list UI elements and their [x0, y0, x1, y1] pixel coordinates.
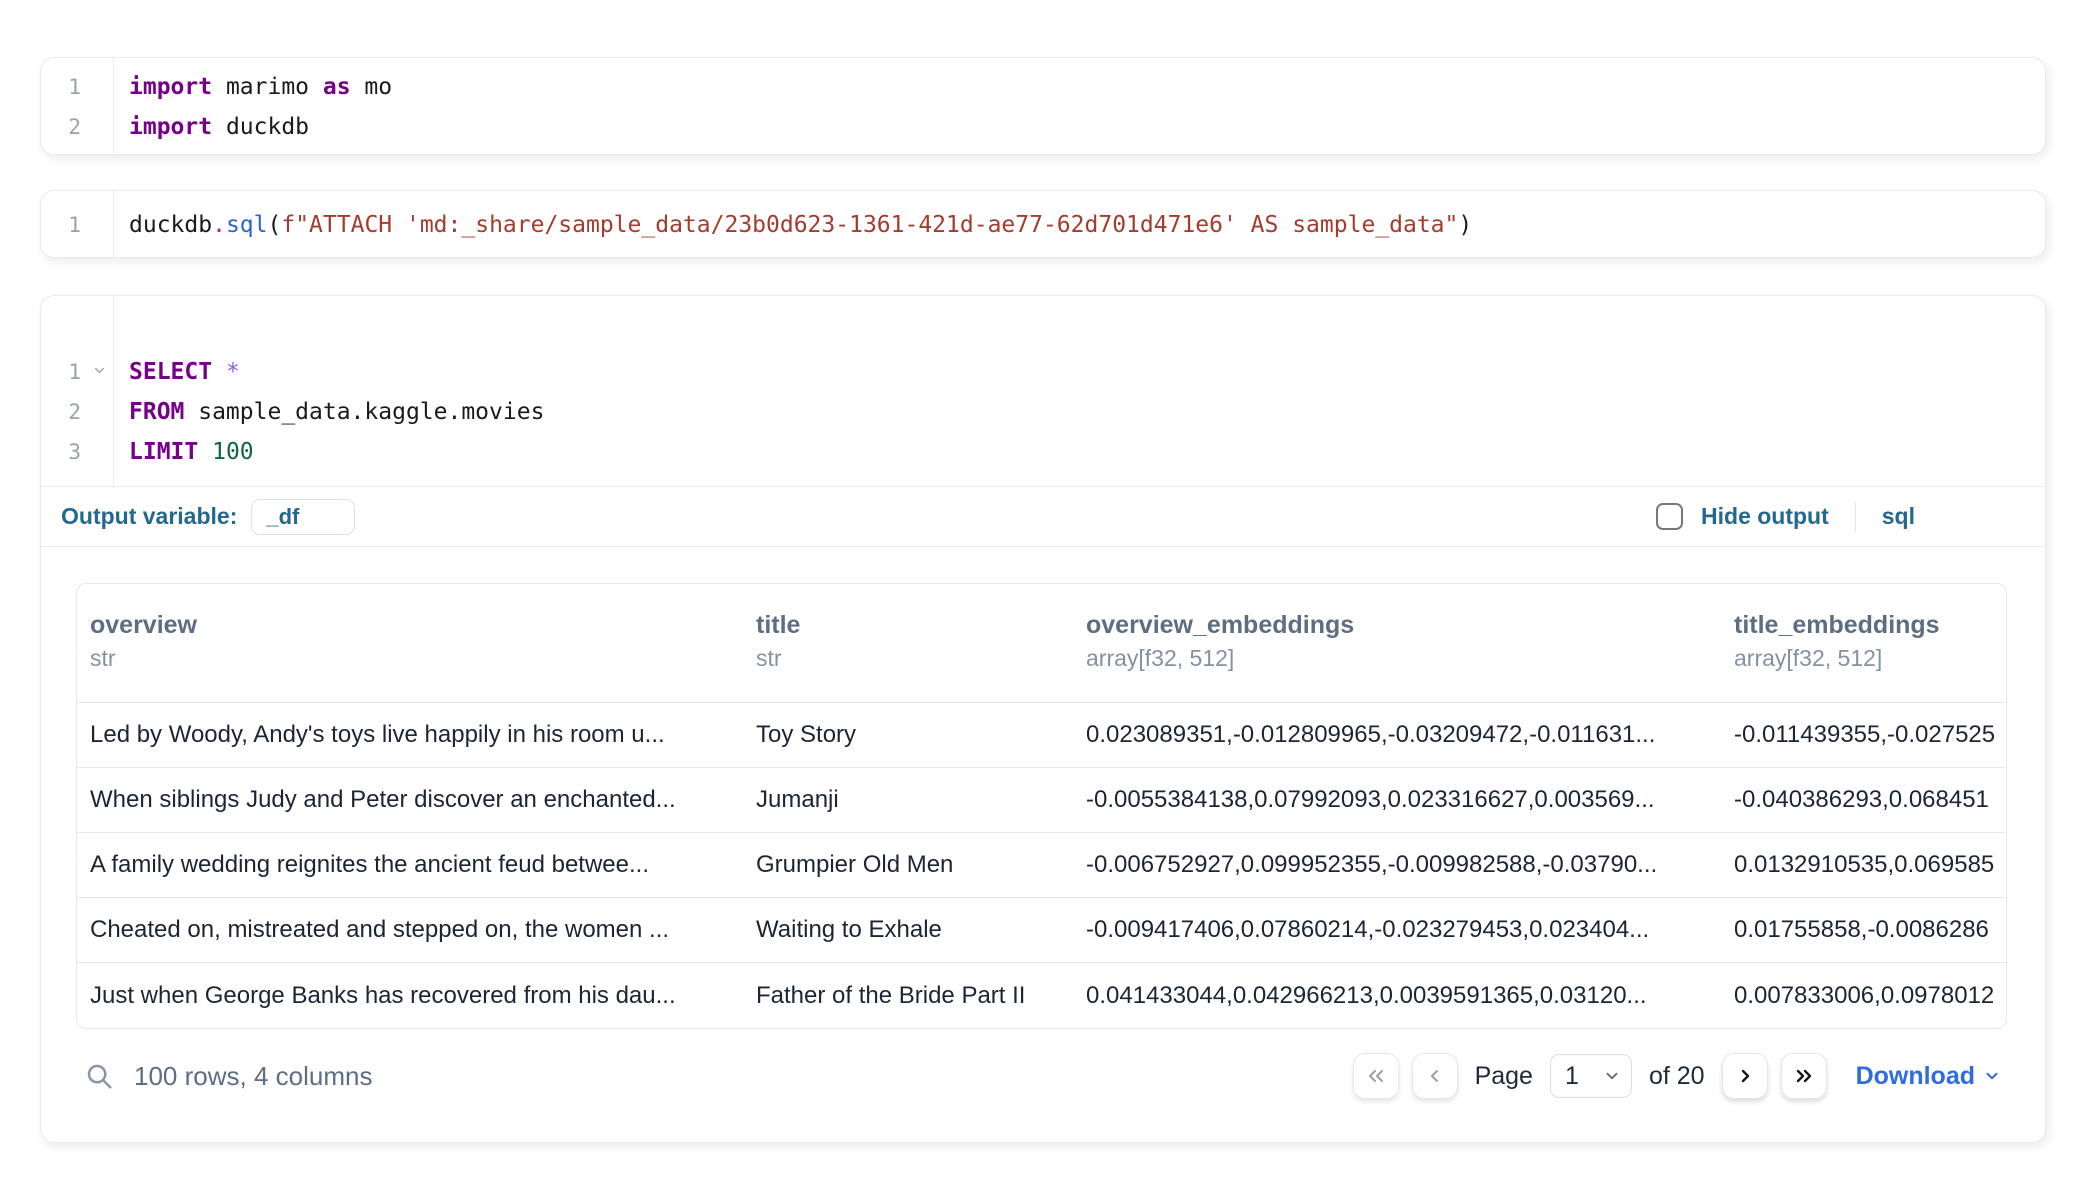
code-text: LIMIT 100 [113, 432, 254, 472]
line-number: 2 [41, 107, 113, 147]
chevron-down-icon [1983, 1067, 2001, 1085]
table-cell: -0.0055384138,0.07992093,0.023316627,0.0… [1073, 768, 1721, 832]
table-cell: Grumpier Old Men [743, 833, 1073, 897]
page-total: of 20 [1649, 1062, 1705, 1091]
language-badge-sql[interactable]: sql [1882, 503, 1915, 530]
controls-divider [1855, 502, 1856, 532]
code-cell-imports: 1import marimo as mo2import duckdb [40, 57, 2046, 155]
table-cell: -0.011439355,-0.027525 [1721, 703, 2006, 767]
table-cell: Jumanji [743, 768, 1073, 832]
line-number: 1 [41, 352, 113, 392]
page-select-value: 1 [1565, 1062, 1579, 1091]
hide-output-label: Hide output [1701, 503, 1829, 530]
table-cell: 0.041433044,0.042966213,0.0039591365,0.0… [1073, 963, 1721, 1028]
table-cell: -0.009417406,0.07860214,-0.023279453,0.0… [1073, 898, 1721, 962]
table-cell: Just when George Banks has recovered fro… [77, 963, 743, 1028]
table-header-row: overviewstrtitlestroverview_embeddingsar… [77, 584, 2006, 703]
table-cell: -0.040386293,0.068451 [1721, 768, 2006, 832]
download-button[interactable]: Download [1856, 1062, 2001, 1091]
code-editor[interactable]: 1SELECT *2FROM sample_data.kaggle.movies… [41, 296, 2045, 487]
table-row: A family wedding reignites the ancient f… [77, 833, 2006, 898]
table-cell: 0.023089351,-0.012809965,-0.03209472,-0.… [1073, 703, 1721, 767]
table-row: Led by Woody, Andy's toys live happily i… [77, 703, 2006, 768]
column-header[interactable]: overviewstr [77, 584, 743, 702]
line-number: 3 [41, 432, 113, 472]
search-icon[interactable] [84, 1061, 114, 1091]
cell-output: overviewstrtitlestroverview_embeddingsar… [41, 547, 2045, 1107]
table-cell: Toy Story [743, 703, 1073, 767]
output-variable-label: Output variable: [61, 503, 237, 530]
table-cell: 0.007833006,0.0978012 [1721, 963, 2006, 1028]
table-cell: Father of the Bride Part II [743, 963, 1073, 1028]
table-cell: 0.0132910535,0.069585 [1721, 833, 2006, 897]
table-cell: Led by Woody, Andy's toys live happily i… [77, 703, 743, 767]
code-line[interactable]: 1duckdb.sql(f"ATTACH 'md:_share/sample_d… [41, 205, 2045, 245]
table-cell: -0.006752927,0.099952355,-0.009982588,-0… [1073, 833, 1721, 897]
column-type: str [756, 642, 1067, 674]
dataframe-table: overviewstrtitlestroverview_embeddingsar… [76, 583, 2007, 1029]
page-label: Page [1475, 1062, 1533, 1091]
code-editor[interactable]: 1duckdb.sql(f"ATTACH 'md:_share/sample_d… [41, 191, 2045, 259]
output-variable-input[interactable] [251, 499, 355, 535]
chevrons-left-icon [1364, 1064, 1388, 1088]
table-cell: When siblings Judy and Peter discover an… [77, 768, 743, 832]
download-label: Download [1856, 1062, 1975, 1091]
column-type: array[f32, 512] [1734, 642, 2006, 674]
page-select[interactable]: 1 [1550, 1054, 1632, 1098]
code-line[interactable]: 1SELECT * [41, 352, 2045, 392]
column-header[interactable]: titlestr [743, 584, 1073, 702]
table-cell: A family wedding reignites the ancient f… [77, 833, 743, 897]
code-line[interactable]: 3LIMIT 100 [41, 432, 2045, 472]
next-page-button[interactable] [1722, 1053, 1768, 1099]
line-number: 2 [41, 392, 113, 432]
code-text: FROM sample_data.kaggle.movies [113, 392, 544, 432]
column-name: overview [90, 608, 737, 642]
table-row: When siblings Judy and Peter discover an… [77, 768, 2006, 833]
table-row: Cheated on, mistreated and stepped on, t… [77, 898, 2006, 963]
table-cell: Waiting to Exhale [743, 898, 1073, 962]
pagination: Page 1 of 20 [1353, 1053, 2001, 1099]
column-name: title [756, 608, 1067, 642]
code-line[interactable]: 2FROM sample_data.kaggle.movies [41, 392, 2045, 432]
code-editor[interactable]: 1import marimo as mo2import duckdb [41, 58, 2045, 156]
hide-output-checkbox[interactable] [1656, 503, 1683, 530]
last-page-button[interactable] [1781, 1053, 1827, 1099]
table-footer: 100 rows, 4 columns Page 1 [76, 1045, 2007, 1107]
column-name: overview_embeddings [1086, 608, 1715, 642]
table-row: Just when George Banks has recovered fro… [77, 963, 2006, 1028]
code-text: SELECT * [113, 352, 240, 392]
line-number: 1 [41, 205, 113, 245]
line-number: 1 [41, 67, 113, 107]
chevron-left-icon [1423, 1064, 1447, 1088]
fold-chevron-icon[interactable] [92, 363, 107, 378]
column-type: array[f32, 512] [1086, 642, 1715, 674]
column-header[interactable]: overview_embeddingsarray[f32, 512] [1073, 584, 1721, 702]
code-text: import duckdb [113, 107, 309, 147]
code-text: duckdb.sql(f"ATTACH 'md:_share/sample_da… [113, 205, 1472, 245]
column-type: str [90, 642, 737, 674]
code-cell-attach: 1duckdb.sql(f"ATTACH 'md:_share/sample_d… [40, 190, 2046, 258]
prev-page-button[interactable] [1412, 1053, 1458, 1099]
column-name: title_embeddings [1734, 608, 2006, 642]
chevrons-right-icon [1792, 1064, 1816, 1088]
table-body: Led by Woody, Andy's toys live happily i… [77, 703, 2006, 1028]
code-line[interactable]: 2import duckdb [41, 107, 2045, 147]
first-page-button[interactable] [1353, 1053, 1399, 1099]
row-count-summary: 100 rows, 4 columns [134, 1061, 372, 1092]
table-cell: Cheated on, mistreated and stepped on, t… [77, 898, 743, 962]
chevron-down-icon [1603, 1067, 1621, 1085]
cell-controls-bar: Output variable: Hide output sql [41, 487, 2045, 547]
table-cell: 0.01755858,-0.0086286 [1721, 898, 2006, 962]
sql-cell: 1SELECT *2FROM sample_data.kaggle.movies… [40, 295, 2046, 1143]
code-text: import marimo as mo [113, 67, 392, 107]
chevron-right-icon [1733, 1064, 1757, 1088]
column-header[interactable]: title_embeddingsarray[f32, 512] [1721, 584, 2006, 702]
code-line[interactable]: 1import marimo as mo [41, 67, 2045, 107]
